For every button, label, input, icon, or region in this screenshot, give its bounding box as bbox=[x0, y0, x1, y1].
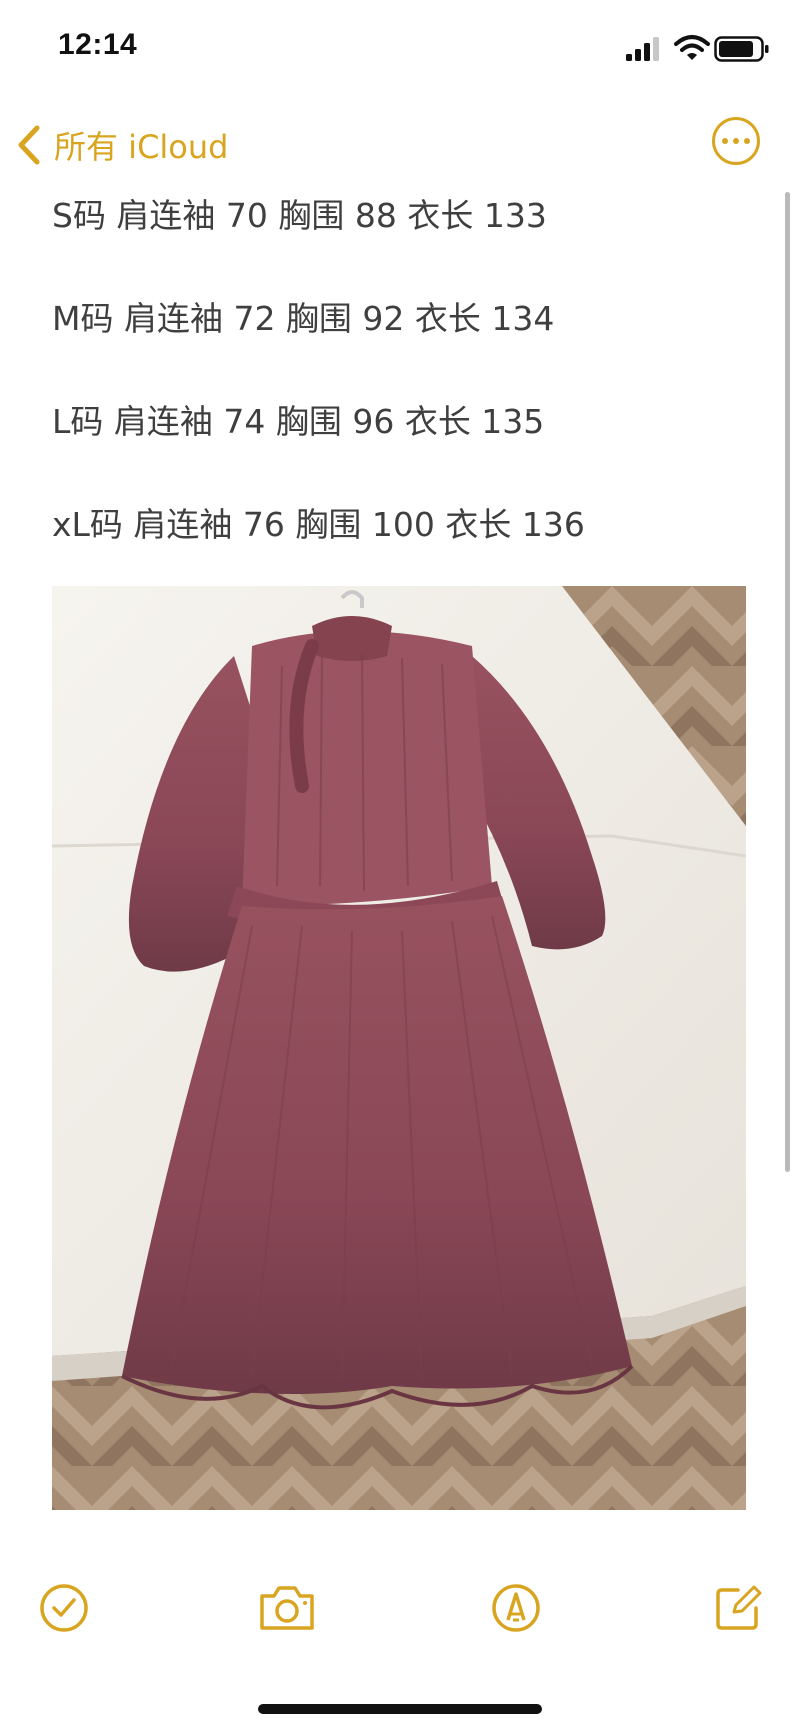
ellipsis-dot-icon bbox=[744, 138, 750, 144]
wifi-icon bbox=[674, 35, 710, 60]
compose-icon bbox=[716, 1585, 762, 1630]
more-options-button[interactable] bbox=[712, 117, 760, 165]
markup-button[interactable] bbox=[488, 1580, 544, 1636]
note-line-size-s[interactable]: S码 肩连袖 70 胸围 88 衣长 133 bbox=[52, 196, 752, 299]
dress-photo-illustration bbox=[52, 586, 746, 1510]
checklist-button[interactable] bbox=[36, 1580, 92, 1636]
navigation-bar: 所有 iCloud bbox=[0, 110, 800, 180]
status-bar: 12:14 bbox=[0, 0, 800, 100]
home-indicator[interactable] bbox=[258, 1704, 542, 1714]
ellipsis-dot-icon bbox=[733, 138, 739, 144]
back-button[interactable]: 所有 iCloud bbox=[16, 118, 228, 172]
camera-icon bbox=[260, 1586, 314, 1630]
ellipsis-dot-icon bbox=[722, 138, 728, 144]
compose-button[interactable] bbox=[710, 1580, 766, 1636]
bottom-toolbar bbox=[0, 1580, 800, 1650]
status-time: 12:14 bbox=[58, 28, 138, 61]
note-line-size-m[interactable]: M码 肩连袖 72 胸围 92 衣长 134 bbox=[52, 299, 752, 402]
scroll-indicator[interactable] bbox=[785, 192, 790, 1172]
cellular-signal-icon bbox=[626, 37, 659, 61]
checklist-icon bbox=[40, 1584, 88, 1632]
chevron-left-icon bbox=[18, 125, 40, 165]
note-photo-dress[interactable] bbox=[52, 586, 746, 1510]
battery-icon bbox=[714, 36, 769, 62]
note-line-size-l[interactable]: L码 肩连袖 74 胸围 96 衣长 135 bbox=[52, 402, 752, 505]
markup-icon bbox=[492, 1584, 540, 1632]
camera-button[interactable] bbox=[256, 1580, 318, 1636]
back-label: 所有 iCloud bbox=[54, 128, 229, 166]
note-body[interactable]: S码 肩连袖 70 胸围 88 衣长 133 M码 肩连袖 72 胸围 92 衣… bbox=[52, 196, 752, 608]
